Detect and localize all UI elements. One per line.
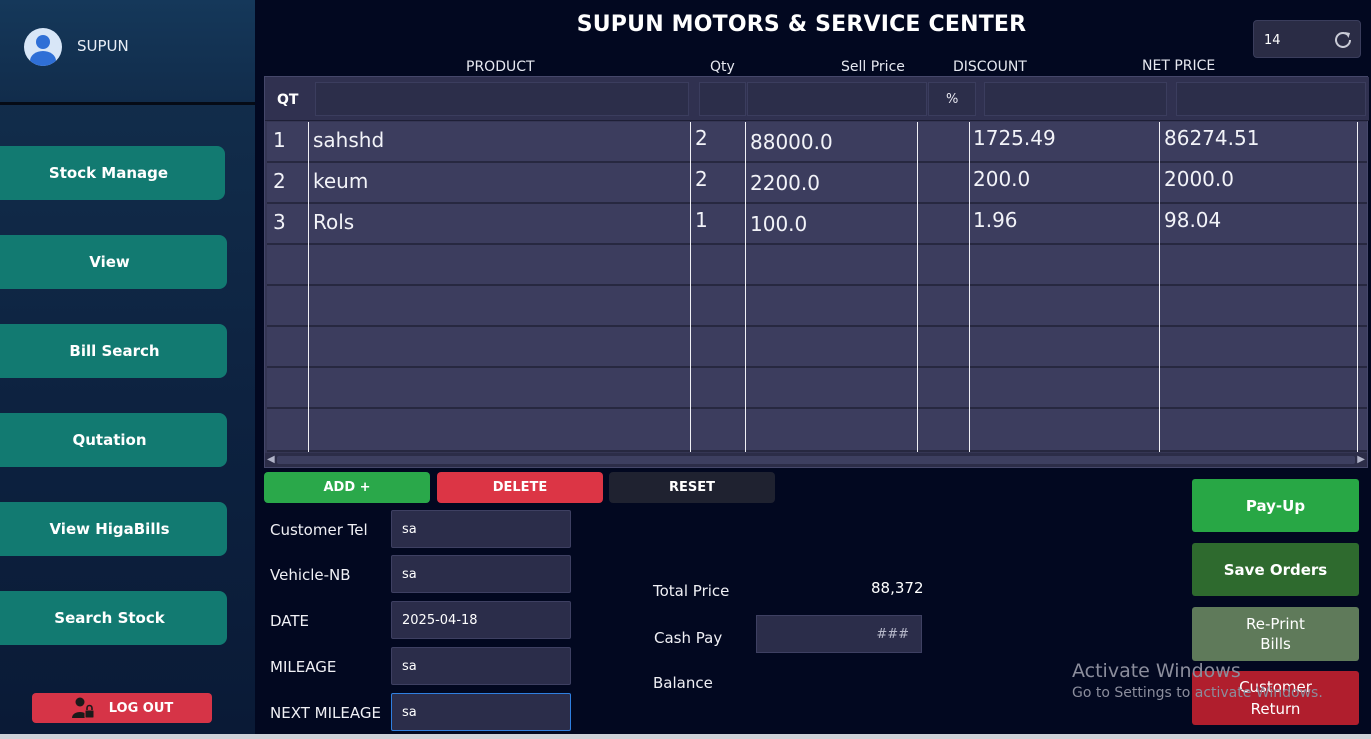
cash-pay-input[interactable]: ### — [756, 615, 922, 653]
scroll-left-icon[interactable]: ◀ — [267, 454, 275, 465]
row-product: sahshd — [313, 128, 385, 152]
view-button[interactable]: View — [0, 235, 227, 289]
table-row[interactable]: 1 sahshd 2 88000.0 1725.49 86274.51 — [267, 122, 1367, 163]
add-button[interactable]: ADD + — [264, 472, 430, 503]
reprint-label-line1: Re-Print — [1246, 615, 1305, 633]
sell-price-entry-input[interactable] — [747, 82, 927, 116]
qt-label: QT — [277, 92, 299, 108]
column-divider — [969, 122, 970, 452]
table-row-empty[interactable] — [267, 409, 1367, 452]
date-label: DATE — [270, 612, 310, 630]
total-price-value: 88,372 — [871, 579, 924, 597]
username: SUPUN — [77, 37, 129, 55]
row-product: Rols — [313, 210, 355, 234]
delete-button[interactable]: DELETE — [437, 472, 603, 503]
mileage-label: MILEAGE — [270, 658, 337, 676]
column-divider — [745, 122, 746, 452]
row-net-price: 86274.51 — [1164, 126, 1260, 150]
total-price-label: Total Price — [653, 582, 730, 600]
row-number: 2 — [273, 169, 286, 193]
table-row-empty[interactable] — [267, 368, 1367, 409]
window-bottom-edge — [0, 734, 1371, 739]
bill-search-button[interactable]: Bill Search — [0, 324, 227, 378]
profile-header: SUPUN — [0, 0, 255, 102]
scroll-thumb[interactable] — [277, 456, 1355, 464]
row-qty: 1 — [695, 208, 708, 232]
column-divider — [917, 122, 918, 452]
horizontal-scrollbar[interactable]: ◀ ▶ — [265, 453, 1367, 467]
reprint-label-line2: Bills — [1260, 635, 1291, 653]
row-discount: 1.96 — [973, 208, 1018, 232]
column-header-net-price: NET PRICE — [1142, 58, 1216, 74]
scroll-right-icon[interactable]: ▶ — [1357, 454, 1365, 465]
row-sell-price: 100.0 — [750, 212, 808, 236]
net-price-entry-input[interactable] — [1176, 82, 1366, 116]
sidebar: SUPUN Stock Manage View Bill Search Quta… — [0, 0, 255, 739]
column-divider — [690, 122, 691, 452]
row-product: keum — [313, 169, 369, 193]
column-divider — [1159, 122, 1160, 452]
row-discount: 200.0 — [973, 167, 1031, 191]
counter-value: 14 — [1264, 33, 1281, 48]
percent-label: % — [946, 92, 959, 107]
balance-label: Balance — [653, 674, 713, 692]
column-divider — [308, 122, 309, 452]
bill-counter: 14 — [1253, 20, 1361, 58]
cash-pay-label: Cash Pay — [654, 629, 723, 647]
table-row-empty[interactable] — [267, 327, 1367, 368]
profile-divider — [0, 102, 255, 105]
save-orders-button[interactable]: Save Orders — [1192, 543, 1359, 596]
user-avatar-icon — [24, 28, 62, 66]
reset-button[interactable]: RESET — [609, 472, 775, 503]
logout-button[interactable]: LOG OUT — [32, 693, 212, 723]
stock-manage-button[interactable]: Stock Manage — [0, 146, 225, 200]
item-entry-row: QT % — [265, 77, 1369, 121]
customer-return-label-line2: Return — [1250, 700, 1301, 718]
vehicle-nb-input[interactable]: sa — [391, 555, 571, 593]
activate-windows-hint: Go to Settings to activate Windows. — [1072, 685, 1323, 701]
column-header-sell-price: Sell Price — [841, 59, 905, 75]
row-number: 3 — [273, 210, 286, 234]
reprint-bills-button[interactable]: Re-Print Bills — [1192, 607, 1359, 661]
qty-entry-input[interactable] — [699, 82, 746, 116]
activate-windows-watermark: Activate Windows — [1072, 660, 1241, 682]
mileage-input[interactable]: sa — [391, 647, 571, 685]
row-discount: 1725.49 — [973, 126, 1056, 150]
row-qty: 2 — [695, 167, 708, 191]
date-input[interactable]: 2025-04-18 — [391, 601, 571, 639]
row-sell-price: 88000.0 — [750, 130, 833, 154]
table-row[interactable]: 2 keum 2 2200.0 200.0 2000.0 — [267, 163, 1367, 204]
row-net-price: 98.04 — [1164, 208, 1222, 232]
customer-tel-input[interactable]: sa — [391, 510, 571, 548]
user-lock-icon — [71, 696, 95, 720]
next-mileage-label: NEXT MILEAGE — [270, 704, 381, 722]
refresh-icon[interactable] — [1332, 29, 1354, 51]
column-header-qty: Qty — [710, 59, 735, 75]
discount-entry-input[interactable] — [984, 82, 1167, 116]
view-higabills-button[interactable]: View HigaBills — [0, 502, 227, 556]
customer-tel-label: Customer Tel — [270, 521, 368, 539]
column-header-product: PRODUCT — [466, 59, 535, 75]
column-divider — [1357, 122, 1358, 452]
page-title: SUPUN MOTORS & SERVICE CENTER — [576, 12, 1027, 37]
product-entry-input[interactable] — [315, 82, 689, 116]
table-row-empty[interactable] — [267, 286, 1367, 327]
next-mileage-input[interactable]: sa — [391, 693, 571, 731]
order-table: QT % 1 sahshd 2 88000.0 1725.49 86274.51… — [264, 76, 1369, 468]
row-sell-price: 2200.0 — [750, 171, 820, 195]
column-header-discount: DISCOUNT — [953, 59, 1027, 75]
table-row[interactable]: 3 Rols 1 100.0 1.96 98.04 — [267, 204, 1367, 245]
row-net-price: 2000.0 — [1164, 167, 1234, 191]
table-row-empty[interactable] — [267, 245, 1367, 286]
qutation-button[interactable]: Qutation — [0, 413, 227, 467]
pay-up-button[interactable]: Pay-Up — [1192, 479, 1359, 532]
logout-label: LOG OUT — [108, 700, 174, 716]
search-stock-button[interactable]: Search Stock — [0, 591, 227, 645]
row-qty: 2 — [695, 126, 708, 150]
row-number: 1 — [273, 128, 286, 152]
vehicle-nb-label: Vehicle-NB — [270, 566, 351, 584]
